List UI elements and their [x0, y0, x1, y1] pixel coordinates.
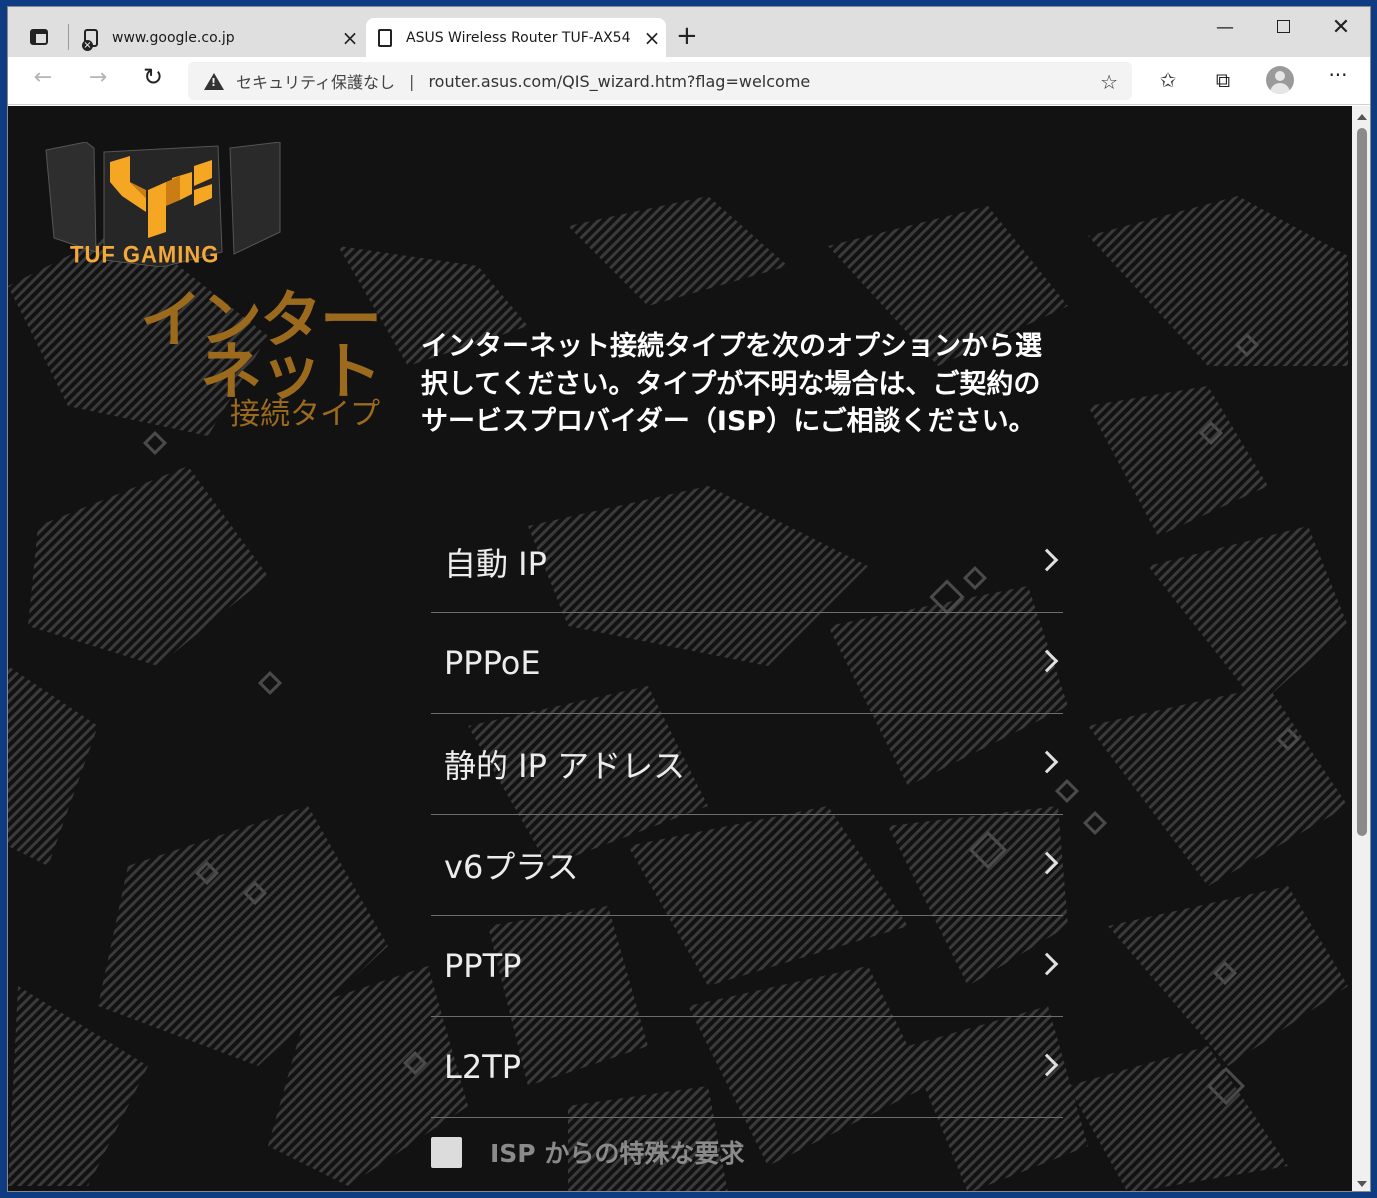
browser-window: www.google.co.jp × ASUS Wireless Router …: [7, 6, 1371, 1192]
option-v6plus[interactable]: v6プラス: [431, 815, 1063, 916]
close-window-button[interactable]: ✕: [1318, 15, 1364, 40]
browser-toolbar: ← → ↻ セキュリティ保護なし | router.asus.com/QIS_w…: [8, 57, 1370, 105]
address-bar[interactable]: セキュリティ保護なし | router.asus.com/QIS_wizard.…: [188, 62, 1132, 100]
blocked-page-icon: [82, 28, 98, 51]
description-text: インターネット接続タイプを次のオプションから選択してください。タイプが不明な場合…: [421, 331, 1042, 437]
option-label: L2TP: [444, 1048, 522, 1086]
favorites-icon[interactable]: ✩: [1153, 68, 1183, 92]
page-icon: [378, 28, 392, 47]
option-label: PPPoE: [444, 644, 541, 682]
option-label: 自動 IP: [444, 545, 547, 583]
maximize-button[interactable]: [1260, 17, 1306, 38]
option-static-ip[interactable]: 静的 IP アドレス: [431, 714, 1063, 815]
tab-actions-button[interactable]: [18, 20, 60, 54]
option-label: PPTP: [444, 947, 522, 985]
forward-button[interactable]: →: [80, 65, 116, 90]
more-menu-icon[interactable]: ···: [1323, 63, 1353, 87]
back-button[interactable]: ←: [25, 65, 61, 90]
option-label: 静的 IP アドレス: [444, 747, 686, 785]
chevron-right-icon: [1035, 851, 1059, 875]
vertical-scrollbar[interactable]: [1352, 106, 1370, 1191]
collections-icon[interactable]: ⧉: [1208, 68, 1238, 92]
page-heading: インター ネット 接続タイプ: [128, 289, 382, 432]
tab-title: www.google.co.jp: [112, 29, 235, 46]
option-label: v6プラス: [444, 848, 579, 886]
isp-special-request: ISP からの特殊な要求: [431, 1134, 744, 1170]
scroll-up-arrow[interactable]: [1357, 114, 1367, 120]
chevron-right-icon: [1035, 750, 1059, 774]
chevron-right-icon: [1035, 1053, 1059, 1077]
logo-text: TUF GAMING: [70, 240, 220, 269]
new-tab-button[interactable]: +: [676, 21, 698, 51]
tab-actions-icon: [30, 29, 48, 45]
tab-title: ASUS Wireless Router TUF-AX54: [406, 29, 631, 46]
connection-type-list: 自動 IP PPPoE 静的 IP アドレス v6プラス PPTP L2TP: [431, 512, 1063, 1118]
option-pppoe[interactable]: PPPoE: [431, 613, 1063, 714]
add-favorite-icon[interactable]: ☆: [1100, 70, 1118, 94]
option-auto-ip[interactable]: 自動 IP: [431, 512, 1063, 613]
tab-close-icon[interactable]: ×: [638, 26, 666, 50]
tab-close-icon[interactable]: ×: [336, 26, 364, 50]
tab-divider: [68, 24, 69, 50]
security-label[interactable]: セキュリティ保護なし: [236, 69, 395, 93]
address-separator: |: [409, 71, 415, 91]
tab-google[interactable]: www.google.co.jp ×: [72, 18, 364, 57]
chevron-right-icon: [1035, 548, 1059, 572]
scroll-down-arrow[interactable]: [1357, 1181, 1367, 1187]
tab-asus-router[interactable]: ASUS Wireless Router TUF-AX54 ×: [366, 18, 666, 57]
chevron-right-icon: [1035, 649, 1059, 673]
option-pptp[interactable]: PPTP: [431, 916, 1063, 1017]
isp-special-label[interactable]: ISP からの特殊な要求: [490, 1134, 744, 1170]
isp-special-checkbox[interactable]: [431, 1136, 462, 1168]
reload-button[interactable]: ↻: [135, 63, 171, 91]
tab-strip: www.google.co.jp × ASUS Wireless Router …: [8, 7, 1370, 57]
profile-avatar[interactable]: [1266, 66, 1294, 94]
option-l2tp[interactable]: L2TP: [431, 1017, 1063, 1118]
heading-subtitle: 接続タイプ: [230, 397, 380, 432]
page-viewport: TUF GAMING インター ネット 接続タイプ インターネット接続タイプを次…: [8, 106, 1352, 1191]
scrollbar-thumb[interactable]: [1357, 128, 1367, 836]
chevron-right-icon: [1035, 952, 1059, 976]
warning-icon[interactable]: [204, 72, 224, 90]
url-text[interactable]: router.asus.com/QIS_wizard.htm?flag=welc…: [428, 72, 810, 91]
minimize-button[interactable]: —: [1202, 17, 1248, 38]
